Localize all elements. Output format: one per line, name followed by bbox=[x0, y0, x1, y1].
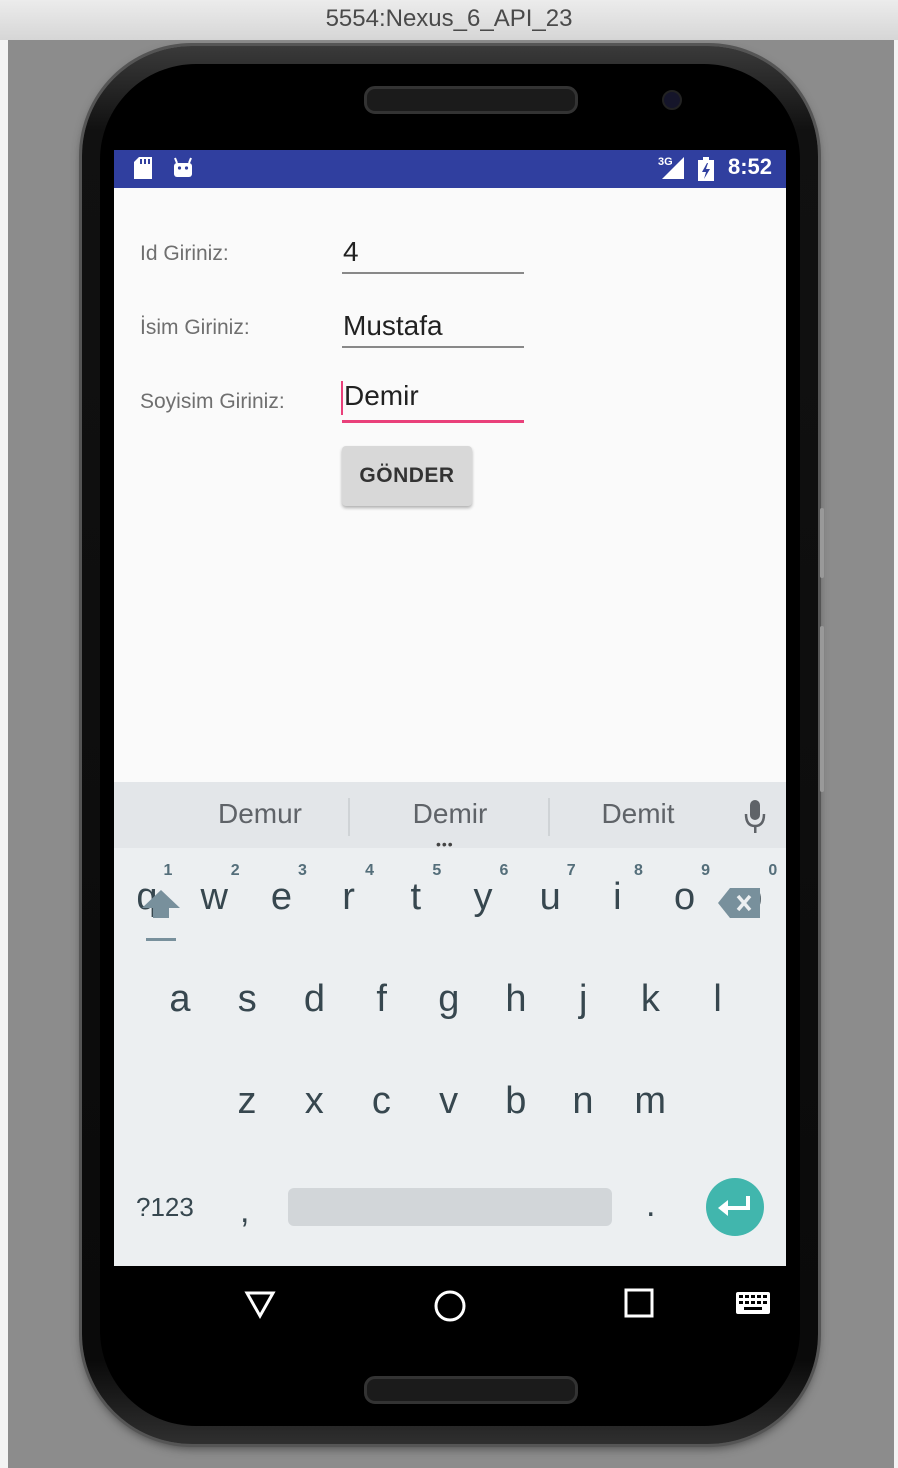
front-camera bbox=[662, 90, 682, 110]
app-content: Id Giriniz: 4 İsim Giriniz: Mustafa Soyi… bbox=[114, 188, 786, 782]
suggestion-3[interactable]: Demit bbox=[548, 798, 728, 830]
key-n[interactable]: n bbox=[550, 1080, 616, 1123]
key-hint-0: 0 bbox=[768, 862, 778, 879]
key-o[interactable]: o bbox=[652, 876, 718, 919]
soft-keyboard: Demur Demir ••• Demit q1w2e3r4t5y6u7i8o9… bbox=[114, 782, 786, 1266]
key-hint-9: 9 bbox=[701, 862, 711, 879]
window-title: 5554:Nexus_6_API_23 bbox=[0, 0, 898, 41]
key-a[interactable]: a bbox=[147, 978, 213, 1021]
status-bar: 3G 8:52 bbox=[114, 150, 786, 188]
key-hint-5: 5 bbox=[432, 862, 442, 879]
key-j[interactable]: j bbox=[550, 978, 616, 1021]
key-e[interactable]: e bbox=[248, 876, 314, 919]
navigation-bar bbox=[114, 1266, 786, 1350]
ide-panel-left bbox=[0, 40, 8, 1468]
key-t[interactable]: t bbox=[383, 876, 449, 919]
key-hint-1: 1 bbox=[163, 862, 173, 879]
key-z[interactable]: z bbox=[214, 1080, 280, 1123]
comma-key[interactable]: , bbox=[240, 1192, 249, 1231]
key-h[interactable]: h bbox=[483, 978, 549, 1021]
key-d[interactable]: d bbox=[281, 978, 347, 1021]
key-i[interactable]: i bbox=[584, 876, 650, 919]
surname-label: Soyisim Giriniz: bbox=[140, 390, 285, 413]
top-speaker bbox=[364, 86, 578, 114]
id-label: Id Giriniz: bbox=[140, 242, 229, 265]
enter-key[interactable] bbox=[706, 1178, 764, 1236]
key-c[interactable]: c bbox=[348, 1080, 414, 1123]
keyboard-switch-icon[interactable] bbox=[736, 1292, 770, 1314]
id-input-value: 4 bbox=[343, 236, 359, 267]
device-screen: 3G 8:52 Id Giriniz: 4 İsim Giriniz: Must… bbox=[114, 150, 786, 1350]
volume-button[interactable] bbox=[820, 508, 824, 578]
key-hint-2: 2 bbox=[230, 862, 240, 879]
key-s[interactable]: s bbox=[214, 978, 280, 1021]
key-g[interactable]: g bbox=[416, 978, 482, 1021]
key-v[interactable]: v bbox=[416, 1080, 482, 1123]
enter-arrow-icon bbox=[718, 1196, 750, 1216]
surname-input-value: Demir bbox=[344, 380, 419, 411]
name-input-value: Mustafa bbox=[343, 310, 443, 341]
key-y[interactable]: y bbox=[450, 876, 516, 919]
signal-icon bbox=[662, 157, 684, 179]
suggestion-2[interactable]: Demir bbox=[360, 798, 540, 830]
key-r[interactable]: r bbox=[316, 876, 382, 919]
home-circle-icon[interactable] bbox=[432, 1288, 468, 1324]
battery-charging-icon bbox=[698, 157, 714, 181]
name-label: İsim Giriniz: bbox=[140, 316, 250, 339]
clock: 8:52 bbox=[727, 154, 772, 179]
key-x[interactable]: x bbox=[281, 1080, 347, 1123]
key-hint-4: 4 bbox=[365, 862, 375, 879]
sd-card-icon bbox=[134, 157, 152, 179]
submit-button[interactable]: GÖNDER bbox=[342, 446, 472, 506]
key-hint-3: 3 bbox=[297, 862, 307, 879]
more-suggestions-icon: ••• bbox=[436, 836, 454, 852]
space-key[interactable] bbox=[288, 1188, 612, 1226]
key-hint-7: 7 bbox=[566, 862, 576, 879]
key-hint-6: 6 bbox=[499, 862, 509, 879]
suggestion-strip: Demur Demir ••• Demit bbox=[114, 782, 786, 852]
key-u[interactable]: u bbox=[517, 876, 583, 919]
microphone-icon[interactable] bbox=[744, 800, 766, 834]
suggestion-divider bbox=[348, 798, 350, 836]
key-b[interactable]: b bbox=[483, 1080, 549, 1123]
symbols-key[interactable]: ?123 bbox=[136, 1192, 194, 1223]
key-w[interactable]: w bbox=[181, 876, 247, 919]
back-triangle-icon[interactable] bbox=[244, 1288, 276, 1320]
text-caret bbox=[341, 381, 343, 415]
power-button[interactable] bbox=[820, 626, 824, 792]
surname-input[interactable]: Demir bbox=[341, 380, 524, 423]
id-input[interactable]: 4 bbox=[342, 236, 524, 274]
key-hint-8: 8 bbox=[633, 862, 643, 879]
key-k[interactable]: k bbox=[617, 978, 683, 1021]
android-debug-icon bbox=[174, 157, 192, 177]
key-f[interactable]: f bbox=[349, 978, 415, 1021]
ide-panel-right bbox=[894, 40, 898, 1468]
bottom-speaker bbox=[364, 1376, 578, 1404]
key-l[interactable]: l bbox=[685, 978, 751, 1021]
key-m[interactable]: m bbox=[617, 1080, 683, 1123]
shift-key-icon[interactable] bbox=[140, 886, 182, 946]
recent-apps-square-icon[interactable] bbox=[624, 1288, 654, 1318]
period-key[interactable]: . bbox=[646, 1186, 655, 1225]
name-input[interactable]: Mustafa bbox=[342, 310, 524, 348]
backspace-key-icon[interactable] bbox=[718, 888, 760, 918]
suggestion-1[interactable]: Demur bbox=[170, 798, 350, 830]
